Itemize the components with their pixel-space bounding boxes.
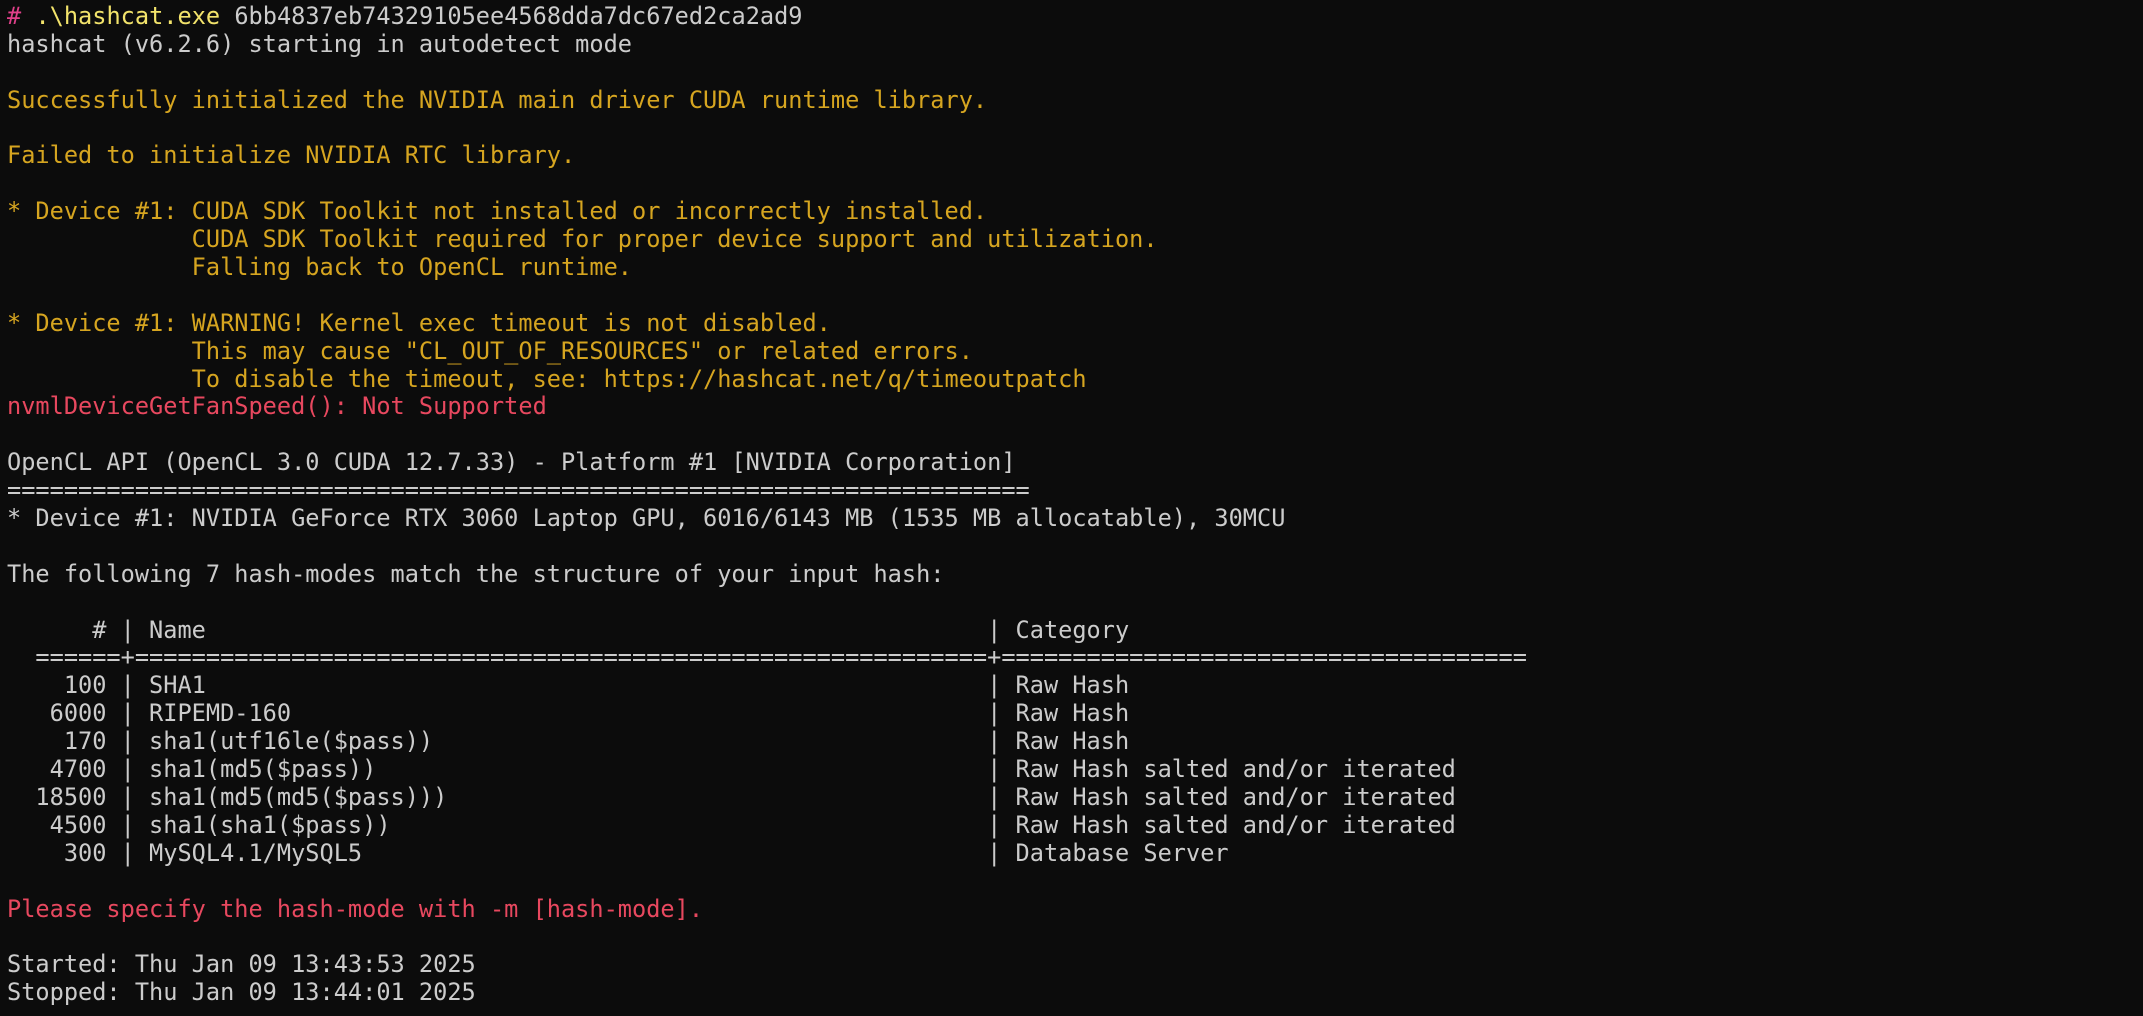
table-row: 100 | SHA1 | Raw Hash <box>7 671 1130 700</box>
table-row: 4700 | sha1(md5($pass)) | Raw Hash salte… <box>7 755 1456 784</box>
fan-speed-error: nvmlDeviceGetFanSpeed(): Not Supported <box>7 392 547 421</box>
command-line: # .\hashcat.exe 6bb4837eb74329105ee4568d… <box>7 2 2143 31</box>
stopped-timestamp: Stopped: Thu Jan 09 13:44:01 2025 <box>7 978 476 1007</box>
command-argument: 6bb4837eb74329105ee4568dda7dc67ed2ca2ad9 <box>234 2 803 30</box>
rtc-failure-message: Failed to initialize NVIDIA RTC library. <box>7 141 576 170</box>
table-row: 170 | sha1(utf16le($pass)) | Raw Hash <box>7 727 1130 756</box>
platform-separator: ========================================… <box>7 476 1030 505</box>
next-prompt-partial <box>7 1007 2143 1016</box>
hash-modes-intro: The following 7 hash-modes match the str… <box>7 559 945 588</box>
cuda-sdk-warning: * Device #1: CUDA SDK Toolkit not instal… <box>7 197 988 226</box>
timeout-warning: * Device #1: WARNING! Kernel exec timeou… <box>7 308 831 337</box>
terminal-window[interactable]: # .\hashcat.exe 6bb4837eb74329105ee4568d… <box>0 0 2143 1016</box>
table-row: 4500 | sha1(sha1($pass)) | Raw Hash salt… <box>7 810 1456 839</box>
cuda-sdk-warning: CUDA SDK Toolkit required for proper dev… <box>7 225 1158 254</box>
terminal-output: # .\hashcat.exe 6bb4837eb74329105ee4568d… <box>0 0 2143 1016</box>
platform-header: OpenCL API (OpenCL 3.0 CUDA 12.7.33) - P… <box>7 448 1016 477</box>
hash-mode-error: Please specify the hash-mode with -m [ha… <box>7 894 704 923</box>
started-timestamp: Started: Thu Jan 09 13:43:53 2025 <box>7 950 476 979</box>
table-row: 18500 | sha1(md5(md5($pass))) | Raw Hash… <box>7 782 1456 811</box>
hash-modes-table-separator: ======+=================================… <box>7 643 1527 672</box>
table-row: 300 | MySQL4.1/MySQL5 | Database Server <box>7 838 1229 867</box>
command-executable: .\hashcat.exe <box>35 2 221 30</box>
hash-modes-table-header: # | Name | Category <box>7 615 1130 644</box>
version-line: hashcat (v6.2.6) starting in autodetect … <box>7 29 633 58</box>
timeout-warning: To disable the timeout, see: https://has… <box>7 364 1087 393</box>
timeout-warning: This may cause "CL_OUT_OF_RESOURCES" or … <box>7 336 973 365</box>
prompt-symbol: # <box>7 2 22 30</box>
cuda-sdk-warning: Falling back to OpenCL runtime. <box>7 253 633 282</box>
cuda-success-message: Successfully initialized the NVIDIA main… <box>7 85 988 114</box>
platform-device: * Device #1: NVIDIA GeForce RTX 3060 Lap… <box>7 504 1286 533</box>
table-row: 6000 | RIPEMD-160 | Raw Hash <box>7 699 1130 728</box>
